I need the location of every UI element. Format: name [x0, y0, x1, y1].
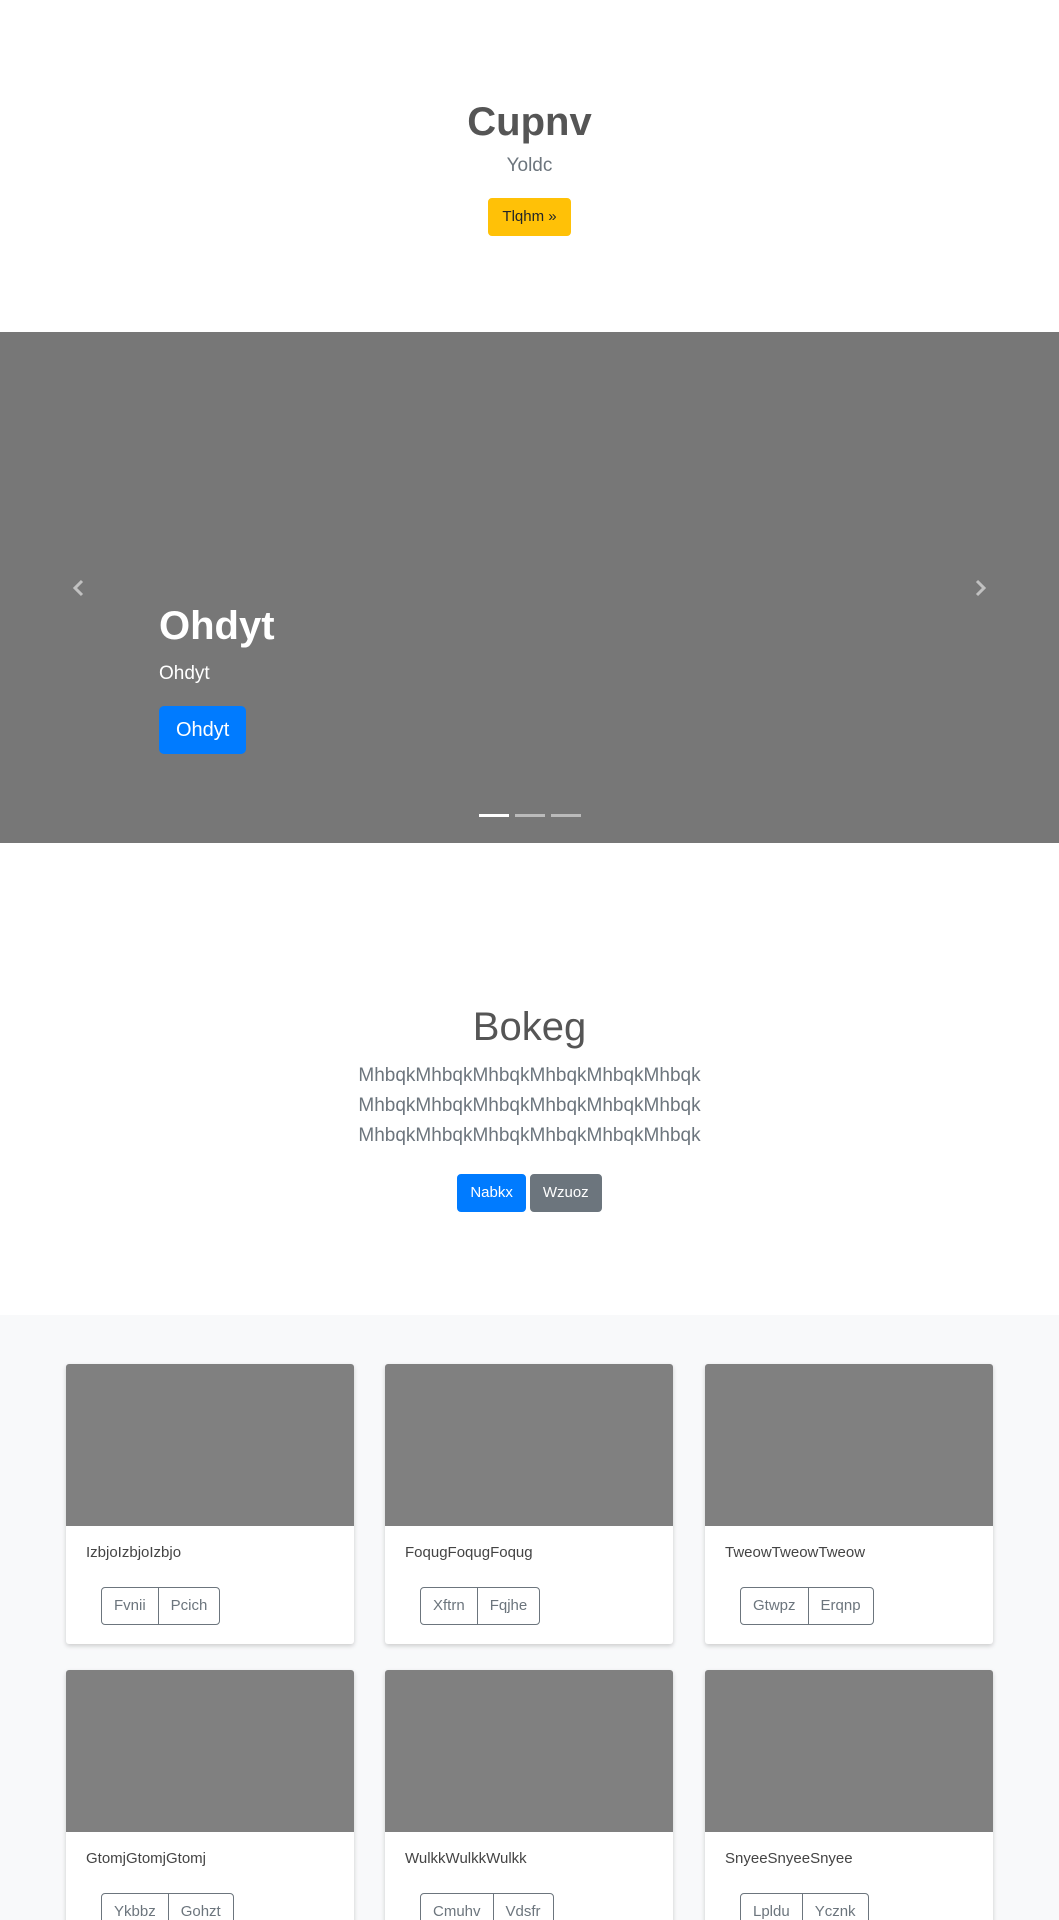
carousel-indicator-1[interactable]	[478, 814, 509, 817]
card-button-2[interactable]: Erqnp	[807, 1587, 874, 1625]
hero-cta-button[interactable]: Tlqhm »	[488, 198, 571, 236]
album-buttons: Nabkx Wzuoz	[0, 1174, 1059, 1212]
card-button-1[interactable]: Gtwpz	[740, 1587, 809, 1625]
card-button-1[interactable]: Cmuhv	[420, 1893, 494, 1920]
card-button-2[interactable]: Fqjhe	[476, 1587, 541, 1625]
card-button-group: Lpldu Ycznk	[740, 1893, 869, 1920]
card-thumbnail	[385, 1364, 673, 1526]
carousel-cta-button[interactable]: Ohdyt	[159, 706, 247, 754]
card-button-2[interactable]: Ycznk	[801, 1893, 869, 1920]
album-secondary-button[interactable]: Wzuoz	[529, 1174, 602, 1212]
card-button-2[interactable]: Vdsfr	[492, 1893, 554, 1920]
carousel-next-button[interactable]	[901, 332, 1059, 843]
album-lead-line: MhbqkMhbqkMhbqkMhbqkMhbqkMhbqk	[358, 1065, 701, 1086]
carousel-caption-title: Ohdyt	[159, 604, 275, 648]
carousel-caption-text: Ohdyt	[159, 663, 210, 684]
card-button-group: Cmuhv Vdsfr	[420, 1893, 554, 1920]
hero-title: Cupnv	[467, 100, 592, 144]
album-lead-line: MhbqkMhbqkMhbqkMhbqkMhbqkMhbqk	[358, 1095, 701, 1116]
album-card: SnyeeSnyeeSnyee Lpldu Ycznk	[705, 1670, 993, 1920]
carousel-prev-button[interactable]	[0, 332, 158, 843]
album-title: Bokeg	[472, 1005, 587, 1049]
carousel-indicator-2[interactable]	[514, 814, 545, 817]
card-button-2[interactable]: Pcich	[157, 1587, 221, 1625]
card-button-1[interactable]: Fvnii	[101, 1587, 159, 1625]
card-button-1[interactable]: Ykbbz	[101, 1893, 169, 1920]
album-lead-line: MhbqkMhbqkMhbqkMhbqkMhbqkMhbqk	[358, 1125, 701, 1146]
card-text: TweowTweowTweow	[725, 1544, 866, 1561]
hero-section: Cupnv Yoldc Tlqhm »	[0, 0, 1059, 332]
carousel-indicators	[0, 814, 1059, 817]
carousel-caption: Ohdyt Ohdyt Ohdyt	[159, 602, 275, 754]
album-card: IzbjoIzbjoIzbjo Fvnii Pcich	[66, 1364, 354, 1644]
card-text: FoqugFoqugFoqug	[405, 1544, 533, 1561]
card-button-group: Xftrn Fqjhe	[420, 1587, 541, 1625]
card-thumbnail	[705, 1670, 993, 1832]
chevron-left-icon	[72, 579, 84, 596]
album-lead: MhbqkMhbqkMhbqkMhbqkMhbqkMhbqk MhbqkMhbq…	[0, 1061, 1059, 1151]
card-button-2[interactable]: Gohzt	[167, 1893, 234, 1920]
album-card: TweowTweowTweow Gtwpz Erqnp	[705, 1364, 993, 1644]
card-button-1[interactable]: Xftrn	[420, 1587, 478, 1625]
carousel-indicator-3[interactable]	[550, 814, 581, 817]
card-thumbnail	[705, 1364, 993, 1526]
card-text: IzbjoIzbjoIzbjo	[86, 1544, 182, 1561]
card-thumbnail	[66, 1364, 354, 1526]
album-card: WulkkWulkkWulkk Cmuhv Vdsfr	[385, 1670, 673, 1920]
card-button-1[interactable]: Lpldu	[740, 1893, 803, 1920]
hero-subtitle: Yoldc	[506, 155, 553, 176]
album-card: GtomjGtomjGtomj Ykbbz Gohzt	[66, 1670, 354, 1920]
chevron-right-icon	[975, 579, 987, 596]
album-grid: IzbjoIzbjoIzbjo Fvnii Pcich FoqugFoqugFo…	[0, 1315, 1059, 1920]
card-text: SnyeeSnyeeSnyee	[725, 1850, 853, 1867]
card-button-group: Fvnii Pcich	[101, 1587, 221, 1625]
album-primary-button[interactable]: Nabkx	[457, 1174, 526, 1212]
card-text: WulkkWulkkWulkk	[405, 1850, 527, 1867]
album-card: FoqugFoqugFoqug Xftrn Fqjhe	[385, 1364, 673, 1644]
card-thumbnail	[385, 1670, 673, 1832]
album-jumbotron: Bokeg MhbqkMhbqkMhbqkMhbqkMhbqkMhbqk Mhb…	[0, 843, 1059, 1315]
card-button-group: Ykbbz Gohzt	[101, 1893, 234, 1920]
card-button-group: Gtwpz Erqnp	[740, 1587, 874, 1625]
card-thumbnail	[66, 1670, 354, 1832]
card-text: GtomjGtomjGtomj	[86, 1850, 207, 1867]
carousel: Ohdyt Ohdyt Ohdyt	[0, 332, 1059, 843]
